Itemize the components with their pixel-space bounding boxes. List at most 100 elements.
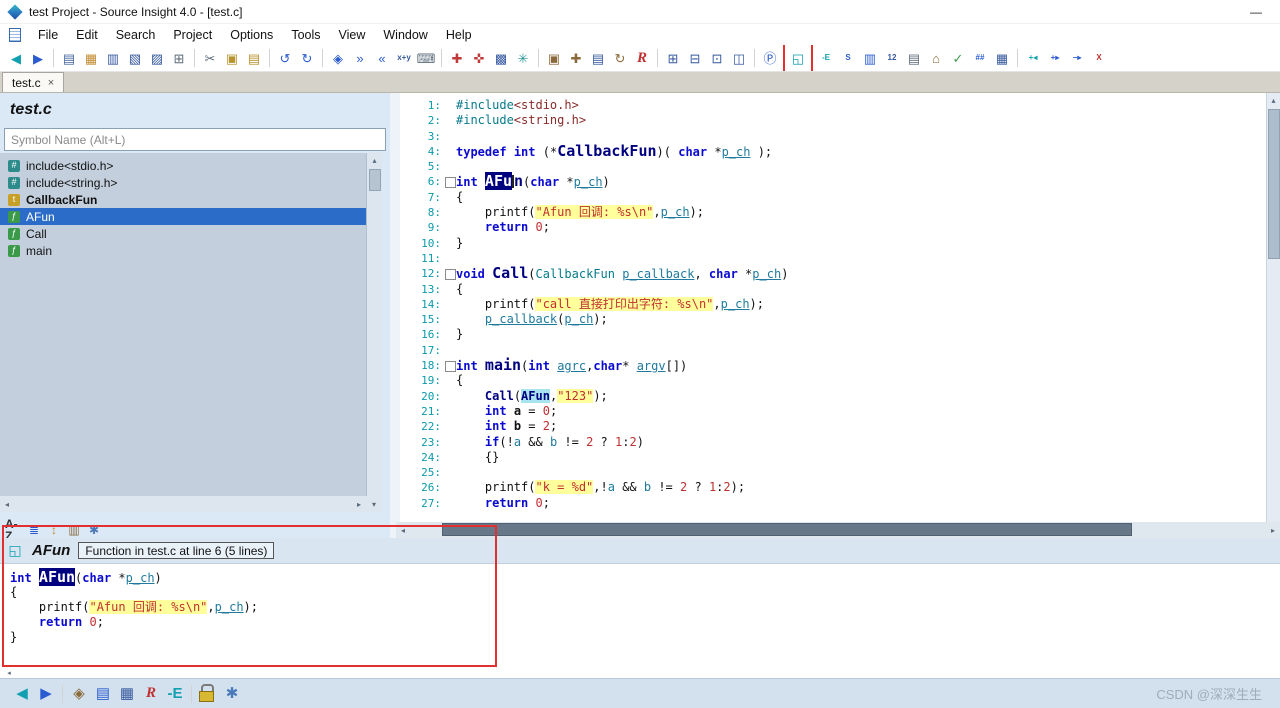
line-numbers-icon[interactable]: 12 [882, 48, 902, 68]
menu-tools[interactable]: Tools [282, 28, 329, 42]
fold-toggle-icon[interactable]: − [444, 266, 456, 281]
code-line-11[interactable]: 11: [400, 251, 1266, 266]
doc-view-icon[interactable]: ▥ [65, 523, 83, 538]
search-replace-icon[interactable]: ✜ [469, 48, 489, 68]
open-document-icon[interactable]: ▦ [81, 48, 101, 68]
save-icon[interactable]: ▥ [103, 48, 123, 68]
symbol-item-callbackfun[interactable]: t CallbackFun [0, 191, 366, 208]
code-line-14[interactable]: 14: printf("call 直接打印出字符: %s\n",p_ch); [400, 296, 1266, 312]
delete-line-icon[interactable]: X [1089, 48, 1109, 68]
nav-forward-icon[interactable]: ▶ [35, 683, 57, 705]
relation-window-icon[interactable]: R [632, 48, 652, 68]
nav-back-icon[interactable]: ◀ [6, 48, 26, 68]
scroll-down-icon[interactable]: ▾ [367, 497, 381, 511]
cascade-windows-icon[interactable]: ⊟ [685, 48, 705, 68]
code-line-12[interactable]: 12: − void Call(CallbackFun p_callback, ch… [400, 266, 1266, 282]
code-line-13[interactable]: 13: { [400, 282, 1266, 297]
clip-window-icon[interactable]: ▥ [860, 48, 880, 68]
reference-list-icon[interactable]: ▦ [116, 683, 138, 705]
menu-file[interactable]: File [29, 28, 67, 42]
code-line-23[interactable]: 23: if(!a && b != 2 ? 1:2) [400, 435, 1266, 450]
panel-splitter[interactable] [390, 93, 400, 538]
settings-gear-icon[interactable]: ✱ [221, 683, 243, 705]
browse-back-doc-icon[interactable]: « [372, 48, 392, 68]
vscroll-thumb[interactable] [368, 169, 381, 191]
search-files-icon[interactable]: ▩ [491, 48, 511, 68]
code-line-2[interactable]: 2: #include<string.h> [400, 113, 1266, 128]
lock-icon[interactable] [197, 683, 219, 705]
keyboard-macro-icon[interactable]: ⌨ [416, 48, 436, 68]
vscroll-thumb[interactable] [1267, 109, 1280, 259]
code-line-10[interactable]: 10:} [400, 236, 1266, 251]
symbol-item-call[interactable]: ƒ Call [0, 225, 366, 242]
symbol-browser-icon[interactable]: ◈ [68, 683, 90, 705]
project-sync-icon[interactable]: ↻ [610, 48, 630, 68]
context-hscrollbar[interactable]: ◂ [0, 668, 1280, 678]
project-window-icon[interactable]: ▣ [544, 48, 564, 68]
scroll-left-icon[interactable]: ◂ [0, 497, 14, 511]
symbol-item-main[interactable]: ƒ main [0, 242, 366, 259]
copy-icon[interactable]: ▣ [222, 48, 242, 68]
menu-options[interactable]: Options [221, 28, 282, 42]
menu-view[interactable]: View [330, 28, 375, 42]
search-project-icon[interactable]: ✳ [513, 48, 533, 68]
code-line-7[interactable]: 7: { [400, 190, 1266, 205]
print-icon[interactable]: ⊞ [169, 48, 189, 68]
code-line-25[interactable]: 25: [400, 465, 1266, 480]
code-line-15[interactable]: 15: p_callback(p_ch); [400, 312, 1266, 327]
home-clipboard-icon[interactable]: ⌂ [926, 48, 946, 68]
tab-close-icon[interactable]: × [48, 77, 54, 89]
code-editor[interactable]: 1: #include<stdio.h> 2: #include<string.h> 3… [400, 93, 1266, 522]
syntax-check-icon[interactable]: ✓ [948, 48, 968, 68]
symbol-window-toggle-icon[interactable]: S [838, 48, 858, 68]
tab-test.c[interactable]: test.c × [2, 72, 65, 92]
list-view-icon[interactable]: ≣ [25, 523, 43, 538]
cut-icon[interactable]: ✂ [200, 48, 220, 68]
code-line-26[interactable]: 26: printf("k = %d",!a && b != 2 ? 1:2); [400, 480, 1266, 495]
symbol-name-input[interactable] [4, 128, 386, 151]
split-vertical-icon[interactable]: ◫ [729, 48, 749, 68]
scroll-left-icon[interactable]: ◂ [396, 523, 410, 537]
search-icon[interactable]: ✚ [447, 48, 467, 68]
redo-icon[interactable]: ↻ [297, 48, 317, 68]
menu-edit[interactable]: Edit [67, 28, 107, 42]
code-line-4[interactable]: 4: typedef int (*CallbackFun)( char *p_ch… [400, 143, 1266, 159]
indent-right-icon[interactable]: +▸ [1045, 48, 1065, 68]
editor-vscrollbar[interactable]: ▴ [1266, 93, 1280, 522]
scroll-right-icon[interactable]: ▸ [352, 497, 366, 511]
unindent-icon[interactable]: −▸ [1067, 48, 1087, 68]
symbol-settings-icon[interactable]: ✱ [85, 523, 103, 538]
parse-status-icon[interactable]: Ⓟ [760, 48, 780, 68]
hscroll-thumb[interactable] [442, 523, 1132, 536]
tile-windows-icon[interactable]: ⊞ [663, 48, 683, 68]
scroll-up-icon[interactable]: ▴ [1267, 93, 1280, 107]
code-line-5[interactable]: 5: [400, 159, 1266, 174]
code-line-19[interactable]: 19: { [400, 373, 1266, 388]
symbol-item-afun[interactable]: ƒ AFun [0, 208, 366, 225]
indent-left-icon[interactable]: +◂ [1023, 48, 1043, 68]
fold-toggle-icon[interactable]: − [444, 358, 456, 373]
context-window-toggle-icon[interactable]: ◱ [783, 45, 813, 71]
scroll-up-icon[interactable]: ▴ [368, 153, 382, 167]
menu-help[interactable]: Help [437, 28, 481, 42]
renumber-icon[interactable]: ## [970, 48, 990, 68]
sort-alphabetic-icon[interactable]: A-Z [5, 518, 23, 542]
inspect-window-icon[interactable]: -E [164, 683, 186, 705]
new-document-icon[interactable]: ▤ [59, 48, 79, 68]
hscroll-track[interactable] [410, 522, 1266, 538]
context-code-preview[interactable]: int AFun(char *p_ch){ printf("Afun 回调: %… [0, 564, 1280, 645]
menu-project[interactable]: Project [164, 28, 221, 42]
code-line-17[interactable]: 17: [400, 343, 1266, 358]
code-line-21[interactable]: 21: int a = 0; [400, 404, 1266, 419]
undo-icon[interactable]: ↺ [275, 48, 295, 68]
code-line-27[interactable]: 27: return 0; [400, 496, 1266, 511]
symbol-item-include-stdio-h[interactable]: # include<stdio.h> [0, 157, 366, 174]
project-add-file-icon[interactable]: ✚ [566, 48, 586, 68]
properties-grid-icon[interactable]: ▦ [992, 48, 1012, 68]
menu-search[interactable]: Search [107, 28, 165, 42]
fold-toggle-icon[interactable]: − [444, 174, 456, 189]
symbol-item-include-string-h[interactable]: # include<string.h> [0, 174, 366, 191]
scroll-right-icon[interactable]: ▸ [1266, 523, 1280, 537]
symbol-list-scroll-corner[interactable]: ▾ [366, 496, 382, 512]
code-line-16[interactable]: 16:} [400, 327, 1266, 342]
